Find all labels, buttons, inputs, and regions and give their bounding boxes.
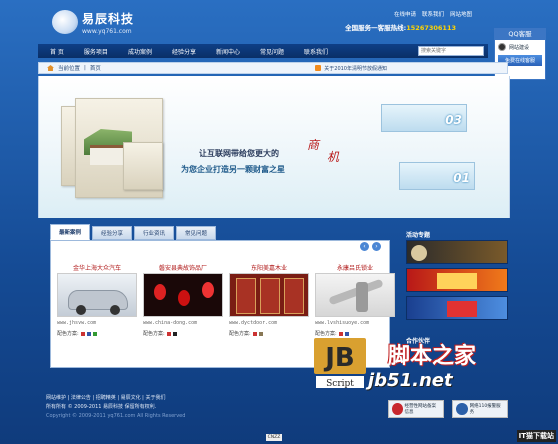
nav-faq[interactable]: 常见问题 (260, 47, 284, 56)
breadcrumb-current[interactable]: 首页 (90, 64, 101, 72)
badge-icp[interactable]: 经营性网站备案信息 (388, 400, 444, 418)
police-badge-icon (456, 403, 468, 415)
notice: 关于2010年清明节放假通知 (315, 65, 387, 72)
watermark-site-name: 脚本之家 (388, 344, 477, 369)
logo-text[interactable]: 易辰科技 (82, 10, 134, 27)
watermark-site-url: jb51.net (368, 370, 453, 391)
nav-contact[interactable]: 联系我们 (304, 47, 328, 56)
product-image-lanterns[interactable] (143, 273, 223, 317)
breadcrumb: 当前位置 | 首页 关于2010年清明节放假通知 (38, 62, 508, 74)
product-image-lock[interactable] (315, 273, 395, 317)
qq-panel-title: QQ客服 (495, 29, 545, 40)
product-card[interactable]: 东阳美嘉木业 www.dyctdoor.com 配色方案: (229, 263, 309, 337)
cnzz-counter[interactable]: CNZZ (266, 434, 282, 441)
footer-copyright: 所有所有 © 2009-2011 易辰科技 保留所有权利. (46, 404, 157, 410)
nav-news[interactable]: 新闻中心 (216, 47, 240, 56)
product-colors: 配色方案: (229, 330, 309, 337)
footer-copyright-en: Copyright © 2009-2011 yq761.com All Righ… (46, 413, 186, 419)
hotline: 全国服务一客服热线:15267306113 (345, 22, 456, 32)
product-title[interactable]: 东阳美嘉木业 (229, 263, 309, 273)
banner-card-front (123, 142, 163, 190)
footer-links[interactable]: 网站维护 | 法律公告 | 招聘精英 | 易辰文化 | 关于我们 (46, 394, 185, 403)
product-title[interactable]: 永康吕氏锁业 (315, 263, 395, 273)
case-pager: ‹ › (360, 242, 381, 251)
promo-banner[interactable] (406, 296, 508, 320)
corner-watermark: IT猫下载站 (516, 430, 556, 442)
nav-services[interactable]: 服务项目 (84, 47, 108, 56)
tab-faq[interactable]: 常见问题 (176, 226, 217, 240)
product-url[interactable]: www.china-dong.com (143, 320, 223, 326)
banner-accent-1: 商 (307, 138, 320, 152)
banner-box-bottom: 01 (399, 162, 475, 190)
site-header: 易辰科技 www.yq761.com 在线申请 联系我们 网站地图 全国服务一客… (38, 4, 522, 44)
product-url[interactable]: www.jhsvw.com (57, 320, 137, 326)
banner-box-top: 03 (381, 104, 467, 132)
product-card[interactable]: 永康吕氏锁业 www.lvshisuoye.com 配色方案: (315, 263, 395, 337)
tab-industry-news[interactable]: 行业资讯 (134, 226, 175, 240)
banner-num-2: 01 (453, 171, 470, 185)
tab-experience[interactable]: 经验分享 (92, 226, 133, 240)
product-list: 金华上海大众汽车 www.jhsvw.com 配色方案: 磐安县典故饰品厂 ww… (57, 263, 395, 337)
banner-num-1: 03 (445, 113, 462, 127)
promo-banners (406, 240, 508, 324)
product-title[interactable]: 磐安县典故饰品厂 (143, 263, 223, 273)
product-title[interactable]: 金华上海大众汽车 (57, 263, 137, 273)
banner-line-2: 为您企业打造另一颗财富之星 (181, 165, 285, 174)
badge-shield-icon (392, 403, 403, 415)
site-footer: 网站维护 | 法律公告 | 招聘精英 | 易辰文化 | 关于我们 所有所有 © … (46, 394, 185, 421)
qq-penguin-icon (498, 43, 506, 51)
case-tabs: 最新案例 经验分享 行业资讯 常见问题 (50, 224, 388, 240)
qq-contact-row[interactable]: 网站建设 (495, 40, 545, 54)
top-link-apply[interactable]: 在线申请 (394, 10, 416, 18)
side-title: 活动专题 (406, 232, 431, 239)
product-image-car[interactable] (57, 273, 137, 317)
product-image-doors[interactable] (229, 273, 309, 317)
watermark-logo-sub: Script (326, 379, 354, 389)
hotline-label: 全国服务一客服热线: (345, 24, 407, 32)
page-background: 易辰科技 www.yq761.com 在线申请 联系我们 网站地图 全国服务一客… (0, 0, 558, 444)
logo-icon[interactable] (52, 10, 78, 34)
product-url[interactable]: www.dyctdoor.com (229, 320, 309, 326)
top-link-sitemap[interactable]: 网站地图 (450, 10, 472, 18)
watermark-logo: JB Script (314, 334, 366, 390)
product-card[interactable]: 磐安县典故饰品厂 www.china-dong.com 配色方案: (143, 263, 223, 337)
rss-icon (315, 65, 322, 71)
product-card[interactable]: 金华上海大众汽车 www.jhsvw.com 配色方案: (57, 263, 137, 337)
banner-accent-2: 机 (327, 150, 340, 164)
trust-badges: 经营性网站备案信息 网络110报警服务 (388, 400, 508, 418)
tab-latest-cases[interactable]: 最新案例 (50, 224, 91, 240)
qq-row-label: 网站建设 (509, 44, 530, 51)
top-links: 在线申请 联系我们 网站地图 (394, 10, 472, 18)
banner-line-1: 让互联网带给您更大的 (199, 149, 279, 158)
home-icon (47, 65, 54, 71)
main-nav: 首 页 服务项目 成功案例 经验分享 新闻中心 常见问题 联系我们 (38, 44, 488, 58)
nav-home[interactable]: 首 页 (50, 47, 64, 56)
product-colors: 配色方案: (143, 330, 223, 337)
logo-url: www.yq761.com (82, 28, 132, 35)
hotline-number: 15267306113 (406, 24, 456, 32)
chevron-right-icon[interactable]: › (372, 242, 381, 251)
product-colors: 配色方案: (57, 330, 137, 337)
search-input[interactable] (418, 46, 484, 56)
badge-police[interactable]: 网络110报警服务 (452, 400, 508, 418)
promo-banner[interactable] (406, 268, 508, 292)
chevron-left-icon[interactable]: ‹ (360, 242, 369, 251)
breadcrumb-label: 当前位置 (58, 66, 81, 72)
nav-cases[interactable]: 成功案例 (128, 47, 152, 56)
product-url[interactable]: www.lvshisuoye.com (315, 320, 395, 326)
promo-banner[interactable] (406, 240, 508, 264)
nav-experience[interactable]: 经验分享 (172, 47, 196, 56)
notice-link[interactable]: 关于2010年清明节放假通知 (324, 65, 387, 72)
hero-banner[interactable]: 让互联网带给您更大的 为您企业打造另一颗财富之星 商 机 03 01 (38, 76, 510, 218)
watermark-logo-letters: JB (323, 343, 355, 373)
top-link-contact[interactable]: 联系我们 (422, 10, 444, 18)
